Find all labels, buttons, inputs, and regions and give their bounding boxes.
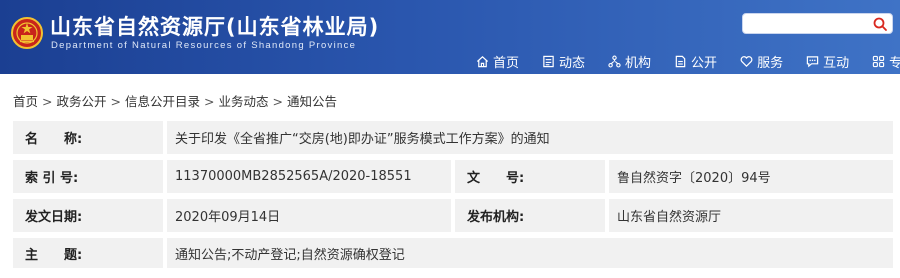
- docno-value: 鲁自然资字〔2020〕94号: [609, 160, 893, 193]
- main-nav: 首页 动态 机构 公开 服务 互动 专题: [476, 52, 900, 71]
- nav-label-news: 动态: [559, 55, 586, 71]
- issuer-label: 发布机构:: [455, 199, 605, 232]
- document-info-table: 名 称: 关于印发《全省推广“交房(地)即办证”服务模式工作方案》的通知 索 引…: [13, 121, 893, 274]
- grid-icon: [872, 55, 885, 67]
- site-subtitle: Department of Natural Resources of Shand…: [51, 40, 357, 51]
- nav-item-home[interactable]: 首页: [476, 52, 520, 71]
- nav-label-interaction: 互动: [823, 55, 850, 71]
- date-value: 2020年09月14日: [167, 199, 451, 232]
- site-header: 山东省自然资源厅(山东省林业局) Department of Natural R…: [0, 0, 900, 74]
- breadcrumb-home[interactable]: 首页: [13, 94, 38, 109]
- topic-label: 主 题:: [13, 238, 163, 268]
- org-icon: [608, 55, 621, 67]
- topic-value: 通知公告;不动产登记;自然资源确权登记: [167, 238, 893, 268]
- index-value: 11370000MB2852565A/2020-18551: [167, 160, 451, 193]
- nav-item-news[interactable]: 动态: [542, 52, 586, 71]
- nav-label-home: 首页: [493, 55, 520, 71]
- nav-item-org[interactable]: 机构: [608, 52, 652, 71]
- nav-item-topics[interactable]: 专题: [872, 52, 900, 71]
- breadcrumb-separator: >: [110, 94, 121, 109]
- nav-label-disclosure: 公开: [691, 55, 718, 71]
- info-row-name: 名 称: 关于印发《全省推广“交房(地)即办证”服务模式工作方案》的通知: [13, 121, 893, 154]
- nav-item-services[interactable]: 服务: [740, 52, 784, 71]
- info-row-topic: 主 题: 通知公告;不动产登记;自然资源确权登记: [13, 238, 893, 268]
- breadcrumb-info-catalog[interactable]: 信息公开目录: [125, 94, 200, 109]
- breadcrumb-separator: >: [204, 94, 215, 109]
- heart-icon: [740, 55, 753, 67]
- nav-label-org: 机构: [625, 55, 652, 71]
- national-emblem-icon[interactable]: [11, 17, 43, 49]
- chat-icon: [806, 55, 819, 67]
- name-label: 名 称:: [13, 121, 163, 154]
- nav-item-disclosure[interactable]: 公开: [674, 52, 718, 71]
- info-row-date: 发文日期: 2020年09月14日 发布机构: 山东省自然资源厅: [13, 199, 893, 232]
- info-row-index: 索 引 号: 11370000MB2852565A/2020-18551 文 号…: [13, 160, 893, 193]
- breadcrumb-separator: >: [42, 94, 53, 109]
- name-value: 关于印发《全省推广“交房(地)即办证”服务模式工作方案》的通知: [167, 121, 893, 154]
- disclosure-icon: [675, 55, 686, 67]
- site-title[interactable]: 山东省自然资源厅(山东省林业局): [50, 11, 379, 41]
- search-box: [742, 13, 893, 35]
- breadcrumb-government-affairs[interactable]: 政务公开: [57, 94, 107, 109]
- search-icon[interactable]: [872, 16, 888, 32]
- breadcrumb-notices[interactable]: 通知公告: [287, 94, 337, 109]
- index-label: 索 引 号:: [13, 160, 163, 193]
- breadcrumb: 首页 > 政务公开 > 信息公开目录 > 业务动态 > 通知公告: [13, 91, 337, 110]
- docno-label: 文 号:: [455, 160, 605, 193]
- breadcrumb-separator: >: [272, 94, 283, 109]
- nav-label-topics: 专题: [889, 55, 900, 71]
- breadcrumb-business-news[interactable]: 业务动态: [219, 94, 269, 109]
- news-icon: [543, 55, 554, 67]
- issuer-value: 山东省自然资源厅: [609, 199, 893, 232]
- home-icon: [476, 55, 489, 67]
- nav-item-interaction[interactable]: 互动: [806, 52, 850, 71]
- date-label: 发文日期:: [13, 199, 163, 232]
- search-input[interactable]: [743, 15, 869, 35]
- nav-label-services: 服务: [757, 55, 784, 71]
